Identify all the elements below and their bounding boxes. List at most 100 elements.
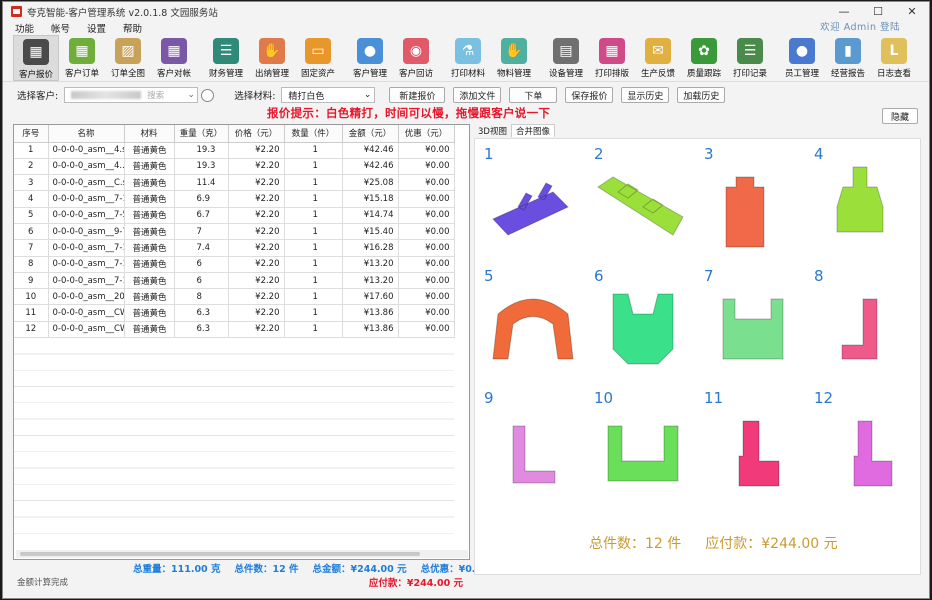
table-cell: 3	[14, 174, 49, 192]
table-cell: 1	[284, 272, 343, 290]
menu-settings[interactable]: 设置	[87, 21, 106, 35]
chevron-down-icon[interactable]: ⌄	[185, 90, 197, 100]
toolbar-label: 客户对帐	[156, 69, 191, 79]
new-quote-button[interactable]: 新建报价	[389, 87, 446, 103]
table-cell: 8	[14, 256, 49, 273]
column-header[interactable]: 名称	[48, 125, 125, 143]
add-file-button[interactable]: 添加文件	[453, 87, 502, 103]
hide-button[interactable]: 隐藏	[882, 108, 918, 124]
preview-tabs: 3D视图 合并图像	[474, 124, 921, 137]
table-cell: ¥0.00	[398, 256, 455, 273]
toolbar-record-button[interactable]: ☰ 打印记录	[727, 35, 773, 81]
table-row[interactable]: 100-0-0-0_asm__202...普通黄色8¥2.201¥17.60¥0…	[14, 288, 455, 306]
toolbar-quote-button[interactable]: ▦ 客户报价	[13, 35, 59, 81]
toolbar-report-button[interactable]: ▮ 经营报告	[825, 35, 871, 81]
part-thumbnail[interactable]: 7	[698, 263, 808, 385]
table-cell: ¥15.18	[342, 190, 399, 208]
cashier-icon: ✋	[259, 38, 285, 64]
table-cell: ¥0.00	[398, 288, 455, 306]
column-header[interactable]: 重量（克）	[174, 125, 229, 143]
column-header[interactable]: 金额（元）	[342, 125, 399, 143]
table-row[interactable]: 110-0-0-0_asm__CW...普通黄色6.3¥2.201¥13.86¥…	[14, 304, 455, 322]
staff-icon: ●	[789, 38, 815, 64]
part-thumbnail[interactable]: 4	[808, 141, 918, 263]
table-cell: 1	[284, 321, 343, 339]
table-row[interactable]: 80-0-0-0_asm__7-1...普通黄色6¥2.201¥13.20¥0.…	[14, 256, 455, 273]
table-row[interactable]: 90-0-0-0_asm__7-1...普通黄色6¥2.201¥13.20¥0.…	[14, 272, 455, 290]
part-thumbnail[interactable]: 3	[698, 141, 808, 263]
table-cell: 0-0-0-0_asm__7-1...	[48, 190, 125, 208]
toolbar-cashier-button[interactable]: ✋ 出纳管理	[249, 35, 295, 81]
toolbar-log-button[interactable]: L 日志查看	[871, 35, 917, 81]
material-select[interactable]: 精打白色 ⌄	[281, 87, 376, 103]
table-row[interactable]: 40-0-0-0_asm__7-1...普通黄色6.9¥2.201¥15.18¥…	[14, 190, 455, 208]
customer-select[interactable]: 搜索 ⌄	[64, 87, 199, 103]
table-row[interactable]: 2 0-0-0-0_asm__4... 普通黄色 19.3 ¥2.20 1 ¥42.46 ¥0…	[14, 158, 455, 176]
welcome-text: 欢迎 Admin 登陆	[820, 22, 900, 33]
part-thumbnail[interactable]: 8	[808, 263, 918, 385]
menu-account[interactable]: 帐号	[51, 21, 70, 35]
horizontal-scrollbar[interactable]	[16, 550, 468, 558]
column-header[interactable]: 序号	[14, 125, 49, 143]
part-thumbnail[interactable]: 2	[588, 141, 698, 263]
close-button[interactable]: ✕	[895, 2, 929, 21]
part-number: 3	[704, 145, 714, 163]
table-cell: 1	[284, 239, 343, 257]
toolbar-reconcile-button[interactable]: ▦ 客户对帐	[151, 35, 197, 81]
table-cell: ¥2.20	[228, 304, 285, 322]
table-cell: ¥0.00	[398, 190, 455, 208]
part-thumbnail[interactable]: 10	[588, 385, 698, 507]
table-row[interactable]: 60-0-0-0_asm__9-7...普通黄色7¥2.201¥15.40¥0.…	[14, 223, 455, 241]
toolbar-inventory-button[interactable]: ✋ 物料管理	[491, 35, 537, 81]
toolbar-material-button[interactable]: ⚗ 打印材料	[445, 35, 491, 81]
column-header[interactable]: 材料	[124, 125, 175, 143]
table-row[interactable]: 70-0-0-0_asm__7-1...普通黄色7.4¥2.201¥16.28¥…	[14, 239, 455, 257]
part-thumbnail[interactable]: 1	[478, 141, 588, 263]
toolbar-finance-button[interactable]: ☰ 财务管理	[203, 35, 249, 81]
part-thumbnail[interactable]: 5	[478, 263, 588, 385]
scrollbar-thumb[interactable]	[20, 552, 420, 556]
toolbar-quality-button[interactable]: ✿ 质量跟踪	[681, 35, 727, 81]
show-history-button[interactable]: 显示历史	[621, 87, 670, 103]
report-icon: ▮	[835, 38, 861, 64]
part-render-bar-diag	[492, 182, 569, 236]
table-cell: 0-0-0-0_asm__CW...	[48, 321, 125, 339]
place-order-button[interactable]: 下单	[509, 87, 558, 103]
part-thumbnail[interactable]: 6	[588, 263, 698, 385]
menu-function[interactable]: 功能	[15, 21, 34, 35]
save-quote-button[interactable]: 保存报价	[565, 87, 614, 103]
table-cell: 1	[14, 142, 49, 159]
part-thumbnail[interactable]: 11	[698, 385, 808, 507]
part-thumbnail[interactable]: 9	[478, 385, 588, 507]
part-number: 2	[594, 145, 604, 163]
table-row[interactable]: 120-0-0-0_asm__CW...普通黄色6.3¥2.201¥13.86¥…	[14, 321, 455, 339]
toolbar-layout-button[interactable]: ▦ 打印排版	[589, 35, 635, 81]
part-shape	[492, 182, 569, 236]
part-thumbnail[interactable]: 12	[808, 385, 918, 507]
table-cell: 普通黄色	[124, 190, 175, 208]
part-shape	[853, 420, 893, 487]
toolbar-visit-button[interactable]: ◉ 客户回访	[393, 35, 439, 81]
toolbar-staff-button[interactable]: ● 员工管理	[779, 35, 825, 81]
menu-help[interactable]: 帮助	[123, 21, 142, 35]
column-header[interactable]: 优惠（元）	[398, 125, 455, 143]
toolbar-feedback-button[interactable]: ✉ 生产反馈	[635, 35, 681, 81]
toolbar-order-button[interactable]: ▦ 客户订单	[59, 35, 105, 81]
table-row[interactable]: 50-0-0-0_asm__7-5...普通黄色6.7¥2.201¥14.74¥…	[14, 207, 455, 224]
toolbar-customer-button[interactable]: ● 客户管理	[347, 35, 393, 81]
column-header[interactable]: 数量（件）	[284, 125, 343, 143]
refresh-icon[interactable]	[201, 88, 215, 102]
preview-panel: 3D视图 合并图像 总件数：12 件 应付款：¥244.00 元 1234567…	[474, 124, 921, 575]
total-count: 总件数：12 件	[234, 564, 299, 575]
table-row[interactable]: 10-0-0-0_asm__4.stl普通黄色19.3¥2.201¥42.46¥…	[14, 142, 455, 159]
table-row[interactable]: 30-0-0-0_asm__C.stl普通黄色11.4¥2.201¥25.08¥…	[14, 174, 455, 192]
tab-3d-view[interactable]: 3D视图	[474, 124, 511, 137]
part-number: 4	[814, 145, 824, 163]
toolbar-image-button[interactable]: ▨ 订单全图	[105, 35, 151, 81]
column-header[interactable]: 价格（元）	[228, 125, 285, 143]
total-weight: 总重量：111.00 克	[133, 564, 221, 575]
toolbar-device-button[interactable]: ▤ 设备管理	[543, 35, 589, 81]
toolbar-assets-button[interactable]: ▭ 固定资产	[295, 35, 341, 81]
tab-merged-image[interactable]: 合并图像	[510, 124, 555, 137]
load-history-button[interactable]: 加载历史	[677, 87, 726, 103]
